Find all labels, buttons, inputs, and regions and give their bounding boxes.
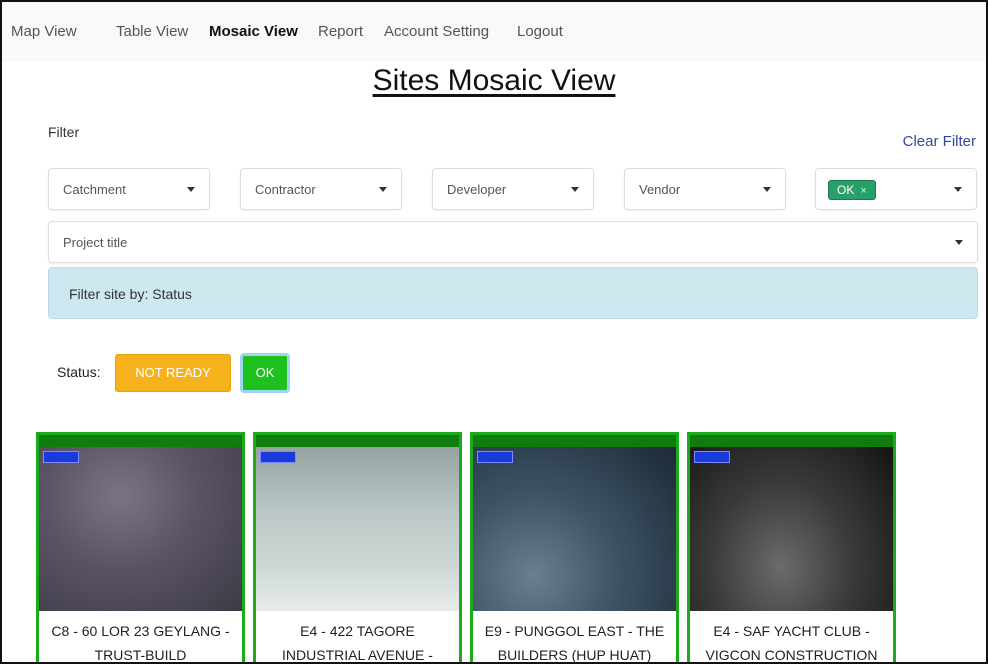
status-chip: OK × (828, 180, 876, 200)
filter-info-text: Filter site by: Status (69, 286, 192, 302)
site-card[interactable]: E4 - 422 TAGORE INDUSTRIAL AVENUE - (253, 432, 462, 662)
top-navbar: Map View Table View Mosaic View Report A… (2, 2, 986, 62)
clear-filter-link[interactable]: Clear Filter (903, 133, 976, 150)
filter-label: Filter (48, 124, 80, 140)
page-title: Sites Mosaic View (372, 64, 616, 97)
ok-button[interactable]: OK (240, 353, 290, 393)
chip-close-icon[interactable]: × (860, 185, 866, 197)
contractor-select[interactable]: Contractor (240, 168, 402, 210)
vendor-select-label: Vendor (639, 182, 681, 197)
chevron-down-icon (571, 187, 579, 192)
camera-osd-overlay (694, 451, 730, 463)
camera-header-bar (256, 435, 459, 447)
camera-header-bar (473, 435, 676, 447)
camera-header-bar (690, 435, 893, 447)
app-frame: Map View Table View Mosaic View Report A… (0, 0, 988, 664)
developer-select-label: Developer (447, 182, 507, 197)
site-card[interactable]: E4 - SAF YACHT CLUB - VIGCON CONSTRUCTIO… (687, 432, 896, 662)
status-select[interactable]: OK × (815, 168, 977, 210)
contractor-select-label: Contractor (255, 182, 316, 197)
camera-header-bar (39, 435, 242, 447)
camera-osd-overlay (477, 451, 513, 463)
chevron-down-icon (954, 187, 962, 192)
camera-thumbnail (473, 435, 676, 611)
project-title-select-label: Project title (63, 235, 128, 250)
vendor-select[interactable]: Vendor (624, 168, 786, 210)
project-title-select[interactable]: Project title (48, 221, 978, 263)
site-card-label: C8 - 60 LOR 23 GEYLANG - TRUST-BUILD (39, 611, 242, 662)
nav-mosaic-view[interactable]: Mosaic View (209, 23, 298, 40)
nav-account-setting[interactable]: Account Setting (384, 23, 489, 40)
catchment-select-label: Catchment (63, 182, 126, 197)
filter-info-alert: Filter site by: Status (48, 267, 978, 319)
status-chip-label: OK (837, 183, 855, 197)
camera-osd-overlay (260, 451, 296, 463)
catchment-select[interactable]: Catchment (48, 168, 210, 210)
site-card-label: E4 - SAF YACHT CLUB - VIGCON CONSTRUCTIO… (690, 611, 893, 662)
site-card-label: E4 - 422 TAGORE INDUSTRIAL AVENUE - (256, 611, 459, 662)
camera-thumbnail (256, 435, 459, 611)
site-card[interactable]: E9 - PUNGGOL EAST - THE BUILDERS (HUP HU… (470, 432, 679, 662)
nav-table-view[interactable]: Table View (116, 23, 188, 40)
camera-osd-overlay (43, 451, 79, 463)
chevron-down-icon (955, 240, 963, 245)
site-card-label: E9 - PUNGGOL EAST - THE BUILDERS (HUP HU… (473, 611, 676, 662)
site-card[interactable]: C8 - 60 LOR 23 GEYLANG - TRUST-BUILD (36, 432, 245, 662)
status-label: Status: (57, 364, 101, 380)
developer-select[interactable]: Developer (432, 168, 594, 210)
camera-thumbnail (39, 435, 242, 611)
nav-map-view[interactable]: Map View (11, 23, 77, 40)
not-ready-button[interactable]: NOT READY (115, 354, 231, 392)
chevron-down-icon (379, 187, 387, 192)
camera-thumbnail (690, 435, 893, 611)
chevron-down-icon (187, 187, 195, 192)
nav-logout[interactable]: Logout (517, 23, 563, 40)
chevron-down-icon (763, 187, 771, 192)
nav-report[interactable]: Report (318, 23, 363, 40)
